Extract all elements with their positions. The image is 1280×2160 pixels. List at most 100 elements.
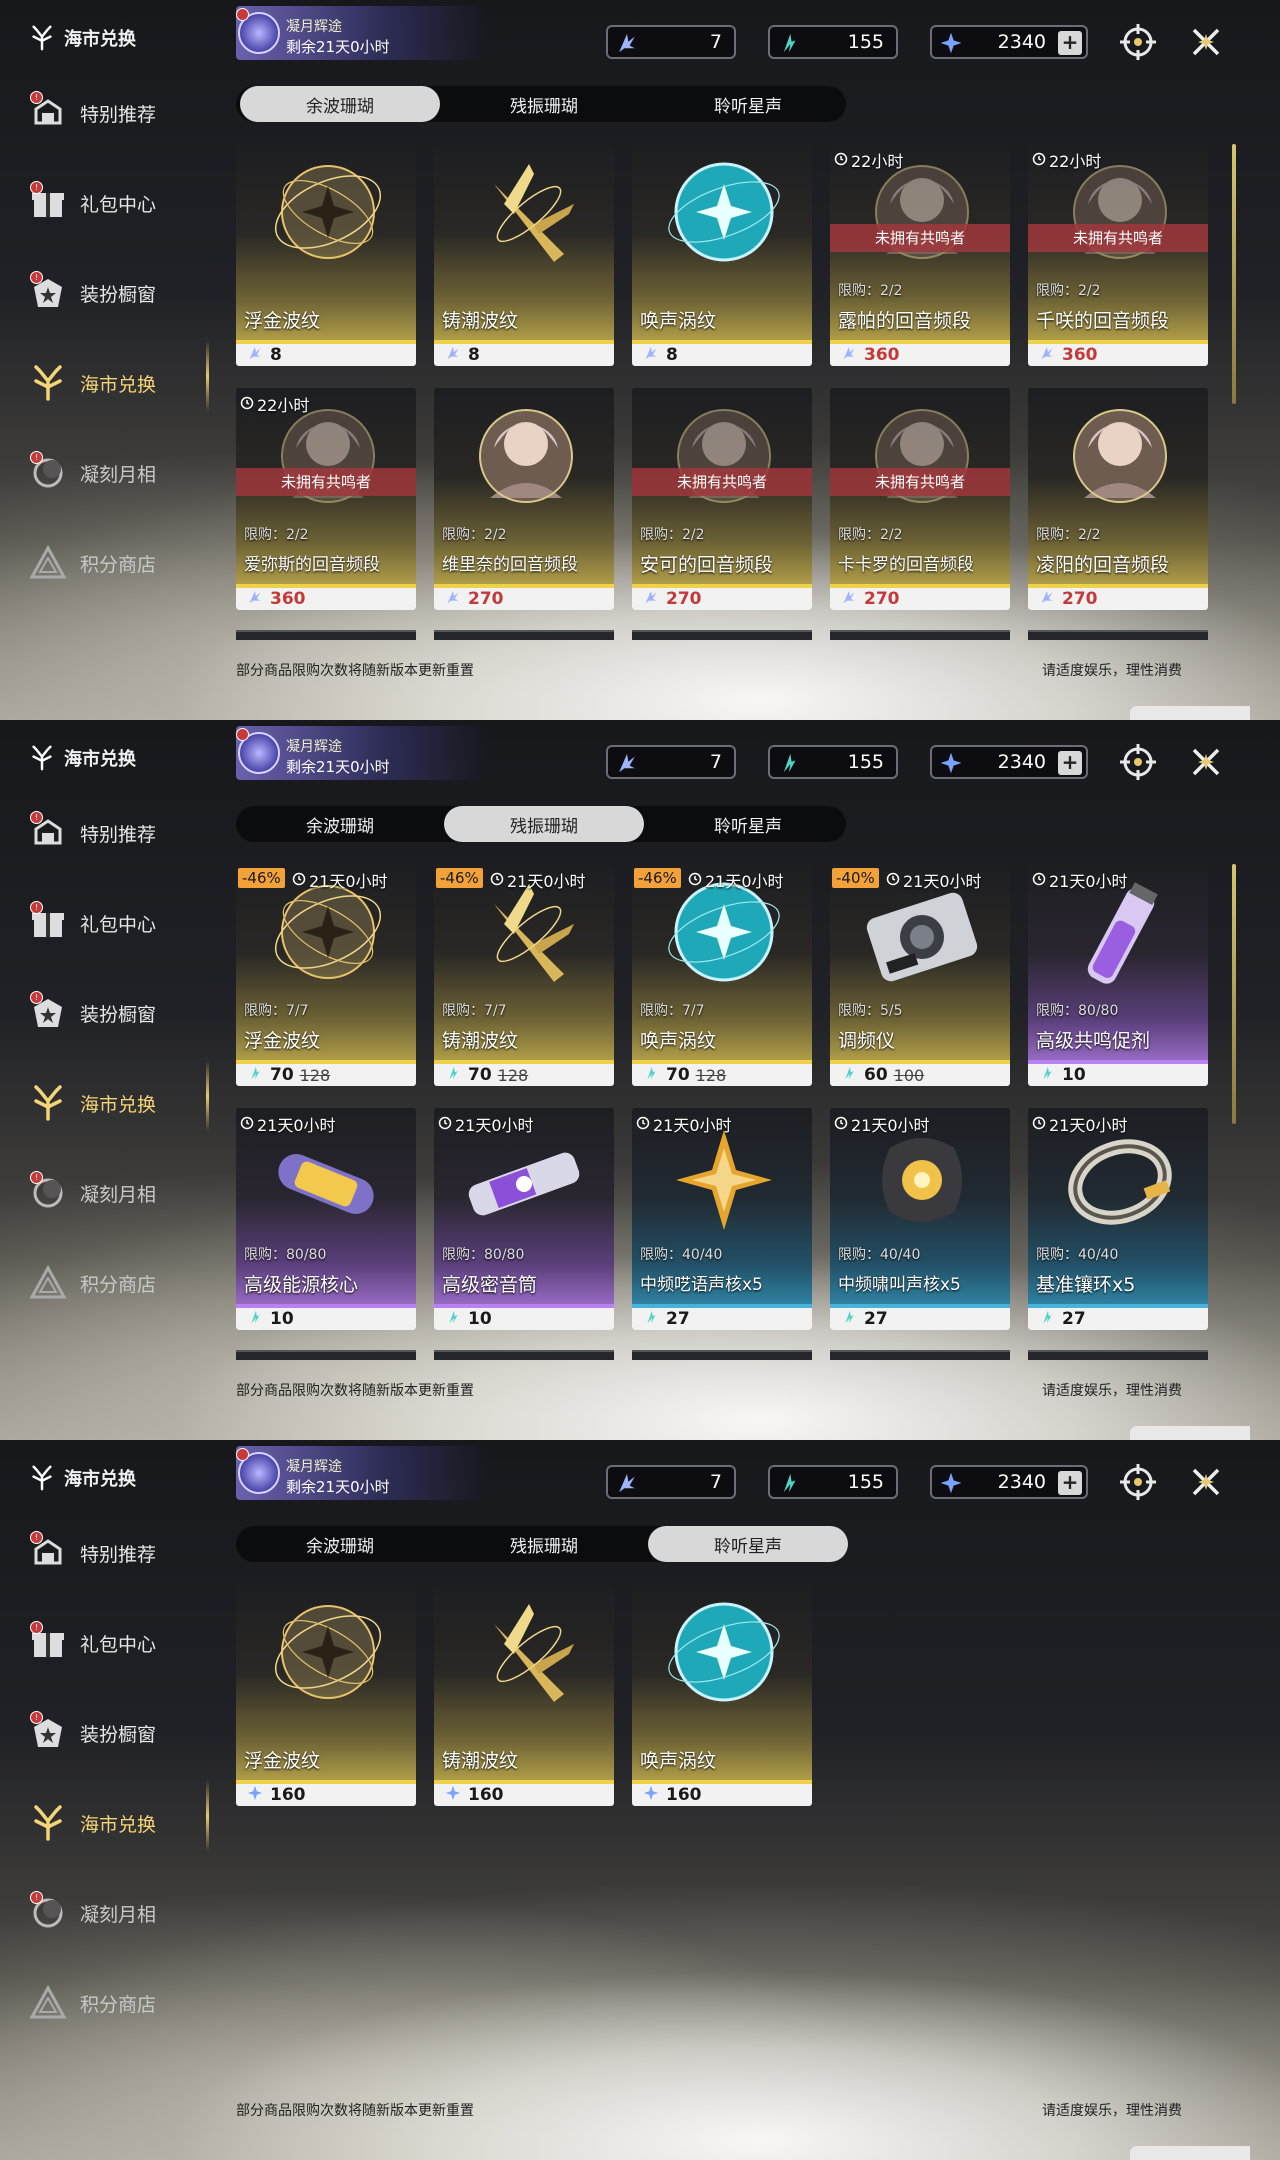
next-row-card[interactable]: [236, 1350, 416, 1360]
shop-card[interactable]: 未拥有共鸣者 22小时 限购：2/2 爱弥斯的回音频段 360: [236, 388, 416, 610]
badge-icon: !: [30, 271, 43, 284]
shop-panel: 海市兑换! 特别推荐! 礼包中心! 装扮橱窗 海市兑换! 凝刻月相 积分商店 凝月辉途 剩余21…: [0, 0, 1280, 720]
sidebar-item[interactable]: ! 凝刻月相: [28, 1888, 198, 1938]
next-row-card[interactable]: [1028, 630, 1208, 640]
sidebar-item[interactable]: ! 特别推荐: [28, 1528, 198, 1578]
scrollbar[interactable]: [1232, 144, 1236, 404]
sidebar-item[interactable]: ! 礼包中心: [28, 1618, 198, 1668]
shop-card[interactable]: 铸潮波纹 160: [434, 1584, 614, 1806]
sidebar-header: 海市兑换: [28, 24, 136, 52]
next-row-card[interactable]: [632, 630, 812, 640]
tab-2[interactable]: 残振珊瑚: [444, 1526, 644, 1562]
tab-1[interactable]: 余波珊瑚: [240, 806, 440, 842]
price-value: 160: [270, 1785, 306, 1805]
shop-card[interactable]: 21天0小时 限购：80/80 高级密音筒 10: [434, 1108, 614, 1330]
shop-card[interactable]: 21天0小时 限购：80/80 高级能源核心 10: [236, 1108, 416, 1330]
sidebar-item[interactable]: ! 礼包中心: [28, 178, 198, 228]
sidebar-item[interactable]: 积分商店: [28, 538, 198, 588]
sidebar-item[interactable]: ! 礼包中心: [28, 898, 198, 948]
shop-card[interactable]: 21天0小时 限购：80/80 高级共鸣促剂 10: [1028, 864, 1208, 1086]
sidebar-item[interactable]: ! 装扮橱窗: [28, 268, 198, 318]
active-indicator: [206, 1060, 209, 1132]
tab-1[interactable]: 余波珊瑚: [240, 1526, 440, 1562]
add-currency-button[interactable]: +: [1058, 751, 1082, 775]
target-icon[interactable]: [1116, 1460, 1160, 1504]
tab-3[interactable]: 聆听星声: [648, 86, 848, 122]
tab-3[interactable]: 聆听星声: [648, 1526, 848, 1562]
next-row-card[interactable]: [830, 1350, 1010, 1360]
next-row-card[interactable]: [830, 630, 1010, 640]
footer-note: 部分商品限购次数将随新版本更新重置: [236, 1383, 474, 1399]
sidebar-item[interactable]: ! 凝刻月相: [28, 448, 198, 498]
timer: 21天0小时: [886, 868, 982, 892]
item-name: 高级能源核心: [244, 1274, 359, 1296]
currency-value: 155: [847, 751, 884, 773]
add-currency-button[interactable]: +: [1058, 1471, 1082, 1495]
shop-card[interactable]: 未拥有共鸣者 限购：2/2 安可的回音频段 270: [632, 388, 812, 610]
timer-text: 21天0小时: [1049, 1116, 1128, 1135]
item-name: 浮金波纹: [244, 1750, 321, 1772]
next-row-card[interactable]: [434, 630, 614, 640]
item-name: 唤声涡纹: [640, 310, 717, 332]
starsound-currency-icon: [246, 1784, 264, 1806]
shop-card[interactable]: 限购：2/2 维里奈的回音频段 270: [434, 388, 614, 610]
price-row: 160: [236, 1784, 416, 1806]
scrollbar[interactable]: [1232, 864, 1236, 1124]
next-row-card[interactable]: [632, 1350, 812, 1360]
shop-card[interactable]: 21天0小时 限购：40/40 基准镶环x5 27: [1028, 1108, 1208, 1330]
shop-card[interactable]: 唤声涡纹 8: [632, 144, 812, 366]
shop-card[interactable]: 铸潮波纹 8: [434, 144, 614, 366]
event-banner[interactable]: 凝月辉途 剩余21天0小时: [236, 1446, 486, 1500]
sidebar-item[interactable]: ! 特别推荐: [28, 808, 198, 858]
add-currency-button[interactable]: +: [1058, 31, 1082, 55]
clock-icon: [292, 871, 306, 890]
sidebar-item[interactable]: ! 装扮橱窗: [28, 1708, 198, 1758]
shop-card[interactable]: 未拥有共鸣者 22小时 限购：2/2 千咲的回音频段 360: [1028, 144, 1208, 366]
shop-card[interactable]: 未拥有共鸣者 22小时 限购：2/2 露帕的回音频段 360: [830, 144, 1010, 366]
purchase-limit: 限购：2/2: [442, 527, 507, 543]
shop-card[interactable]: 浮金波纹 160: [236, 1584, 416, 1806]
badge-icon: !: [30, 91, 43, 104]
next-row-card[interactable]: [434, 1350, 614, 1360]
shop-card[interactable]: 未拥有共鸣者 限购：2/2 卡卡罗的回音频段 270: [830, 388, 1010, 610]
tab-1[interactable]: 余波珊瑚: [240, 86, 440, 122]
event-banner[interactable]: 凝月辉途 剩余21天0小时: [236, 6, 486, 60]
shop-card[interactable]: -46% 21天0小时 限购：7/7 铸潮波纹 70 128: [434, 864, 614, 1086]
item-name: 唤声涡纹: [640, 1750, 717, 1772]
sidebar-item[interactable]: 海市兑换: [28, 1078, 198, 1128]
sidebar-item[interactable]: 积分商店: [28, 1978, 198, 2028]
currency-value: 2340: [997, 31, 1046, 53]
tab-2[interactable]: 残振珊瑚: [444, 806, 644, 842]
shop-card[interactable]: 浮金波纹 8: [236, 144, 416, 366]
shop-card[interactable]: -40% 21天0小时 限购：5/5 调频仪 60 100: [830, 864, 1010, 1086]
shop-card[interactable]: -46% 21天0小时 限购：7/7 唤声涡纹 70 128: [632, 864, 812, 1086]
event-banner[interactable]: 凝月辉途 剩余21天0小时: [236, 726, 486, 780]
purchase-limit: 限购：7/7: [244, 1003, 309, 1019]
target-icon[interactable]: [1116, 740, 1160, 784]
tab-2[interactable]: 残振珊瑚: [444, 86, 644, 122]
coral-icon: [28, 24, 56, 52]
shop-card[interactable]: -46% 21天0小时 限购：7/7 浮金波纹 70 128: [236, 864, 416, 1086]
timer-text: 21天0小时: [507, 872, 586, 891]
sidebar-item[interactable]: ! 凝刻月相: [28, 1168, 198, 1218]
sidebar-item[interactable]: ! 特别推荐: [28, 88, 198, 138]
shop-card[interactable]: 21天0小时 限购：40/40 中频呓语声核x5 27: [632, 1108, 812, 1330]
event-remaining: 剩余21天0小时: [286, 1478, 390, 1496]
sidebar-item[interactable]: 积分商店: [28, 1258, 198, 1308]
shop-card[interactable]: 唤声涡纹 160: [632, 1584, 812, 1806]
purchase-limit: 限购：80/80: [244, 1247, 327, 1263]
sidebar-item[interactable]: 海市兑换: [28, 1798, 198, 1848]
close-icon[interactable]: [1184, 740, 1228, 784]
close-icon[interactable]: [1184, 20, 1228, 64]
sidebar-item[interactable]: 海市兑换: [28, 358, 198, 408]
target-icon[interactable]: [1116, 20, 1160, 64]
tab-3[interactable]: 聆听星声: [648, 806, 848, 842]
next-row-card[interactable]: [236, 630, 416, 640]
sidebar-item[interactable]: ! 装扮橱窗: [28, 988, 198, 1038]
close-icon[interactable]: [1184, 1460, 1228, 1504]
next-row-card[interactable]: [1028, 1350, 1208, 1360]
price-value: 270: [468, 589, 504, 609]
shop-card[interactable]: 21天0小时 限购：40/40 中频啸叫声核x5 27: [830, 1108, 1010, 1330]
shop-card[interactable]: 限购：2/2 凌阳的回音频段 270: [1028, 388, 1208, 610]
timer: 21天0小时: [688, 868, 784, 892]
